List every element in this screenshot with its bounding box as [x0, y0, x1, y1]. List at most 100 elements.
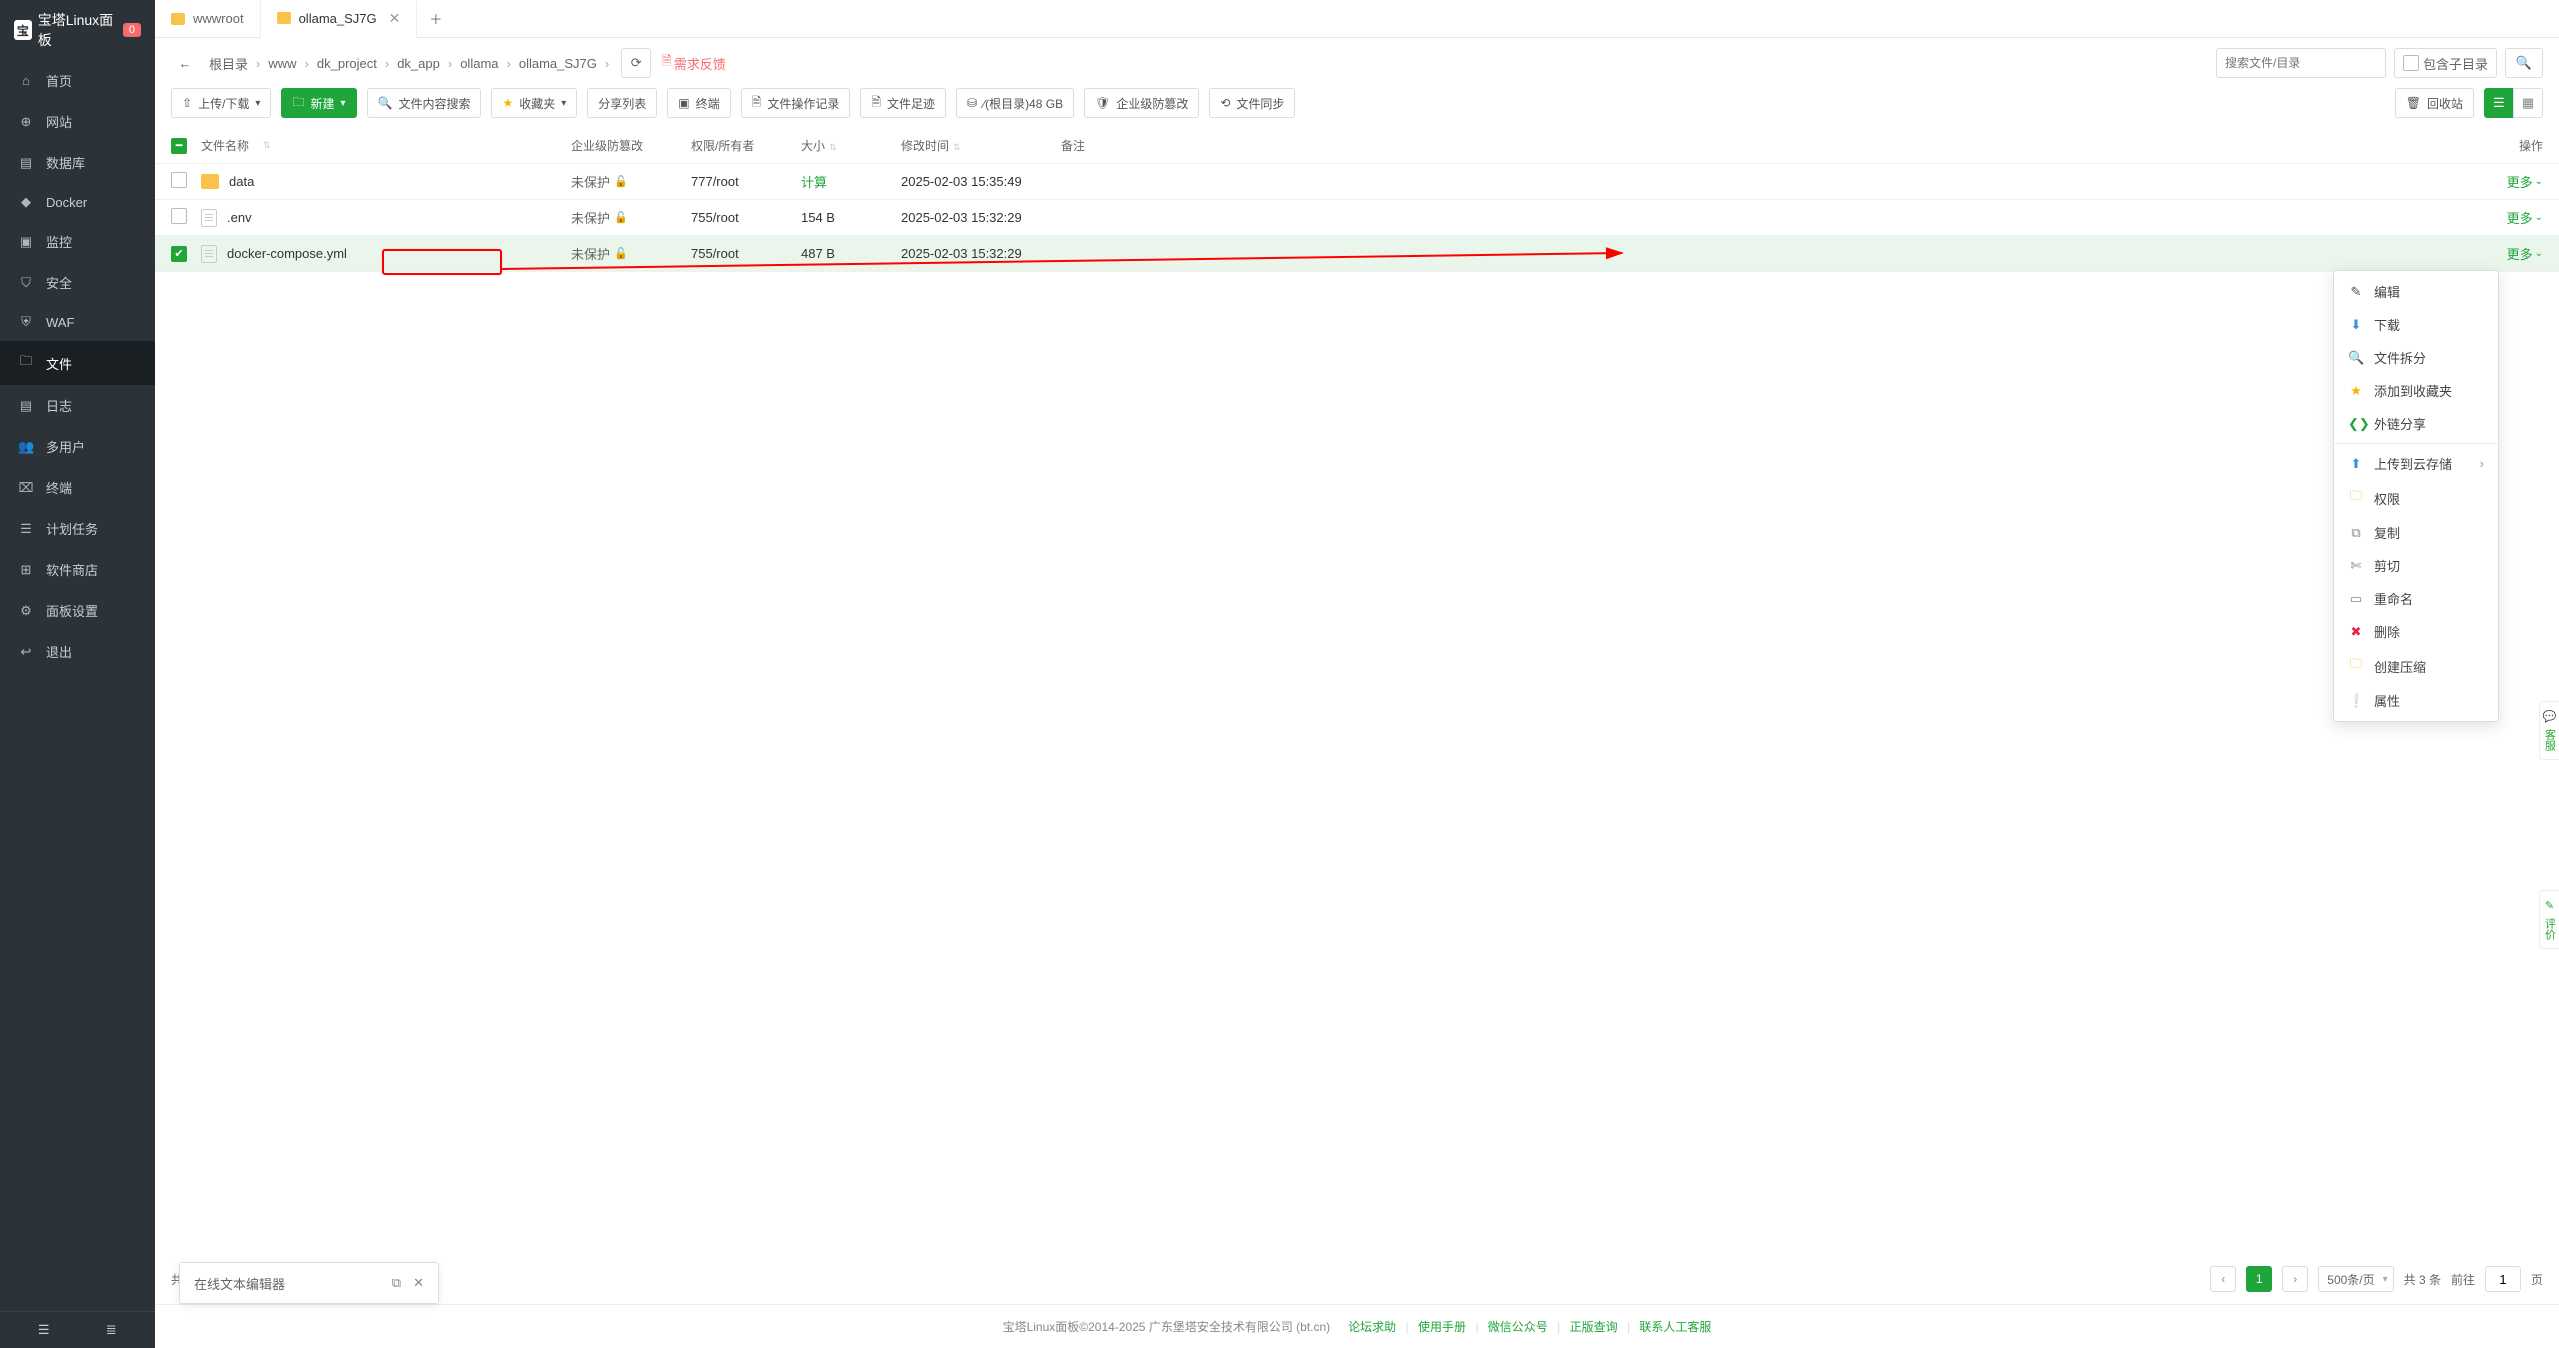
sidebar-item-8[interactable]: ▤日志	[0, 385, 155, 426]
back-button[interactable]: ←	[171, 49, 199, 77]
menu-item-label: 添加到收藏夹	[2374, 381, 2452, 400]
ctx-menu-item[interactable]: ❕属性	[2334, 684, 2498, 717]
table-row[interactable]: .env 未保护🔓 755/root 154 B 2025-02-03 15:3…	[155, 200, 2559, 236]
editor-close-icon[interactable]: ✕	[413, 1275, 424, 1291]
sidebar-item-12[interactable]: ⊞软件商店	[0, 549, 155, 590]
nav-icon: ◆	[18, 194, 34, 210]
ctx-menu-item[interactable]: ✎编辑	[2334, 275, 2498, 308]
side-tab-service[interactable]: 💬客服	[2539, 701, 2559, 760]
sidebar-item-13[interactable]: ⚙面板设置	[0, 590, 155, 631]
sidebar-item-6[interactable]: ⛨WAF	[0, 303, 155, 341]
per-page-select[interactable]: 500条/页	[2318, 1266, 2393, 1292]
nav-label: 终端	[46, 478, 72, 497]
sidebar-item-7[interactable]: 🗀文件	[0, 341, 155, 385]
col-size-header[interactable]: 大小	[801, 139, 825, 153]
goto-page-input[interactable]	[2485, 1266, 2521, 1292]
file-name[interactable]: data	[229, 174, 254, 189]
ctx-menu-item[interactable]: ▭重命名	[2334, 582, 2498, 615]
editor-maximize-icon[interactable]: ⧉	[392, 1275, 401, 1291]
sidebar-item-14[interactable]: ↩退出	[0, 631, 155, 672]
ctx-menu-item[interactable]: ⧉复制	[2334, 516, 2498, 549]
sidebar-item-11[interactable]: ☰计划任务	[0, 508, 155, 549]
calc-link[interactable]: 计算	[801, 175, 827, 190]
breadcrumb-item[interactable]: ollama	[460, 56, 498, 71]
row-checkbox[interactable]	[171, 172, 187, 188]
refresh-button[interactable]: ⟳	[621, 48, 651, 78]
menu-icon[interactable]: ≣	[78, 1322, 146, 1338]
ctx-menu-item[interactable]: 🗀创建压缩	[2334, 648, 2498, 684]
breadcrumb-item[interactable]: 根目录	[209, 54, 248, 73]
close-icon[interactable]: ✕	[389, 10, 401, 27]
share-list-button[interactable]: 分享列表	[587, 88, 657, 118]
sidebar-item-3[interactable]: ◆Docker	[0, 183, 155, 221]
table-row[interactable]: ✔ docker-compose.yml 未保护🔓 755/root 487 B…	[155, 236, 2559, 272]
sidebar-item-0[interactable]: ⌂首页	[0, 60, 155, 101]
sidebar-item-5[interactable]: ⛉安全	[0, 262, 155, 303]
breadcrumb-item[interactable]: ollama_SJ7G	[519, 56, 597, 71]
editor-popup-title: 在线文本编辑器	[194, 1274, 285, 1293]
more-action-link[interactable]: 更多 ⌄	[2463, 208, 2543, 227]
breadcrumb-item[interactable]: www	[268, 56, 296, 71]
file-sync-button[interactable]: ⟲文件同步	[1209, 88, 1295, 118]
col-name-header[interactable]: 文件名称	[201, 137, 249, 154]
disk-button[interactable]: ⛁∕(根目录)48 GB	[956, 88, 1074, 118]
ctx-menu-item[interactable]: ⬇下载	[2334, 308, 2498, 341]
tab-1[interactable]: ollama_SJ7G✕	[261, 1, 418, 38]
footer-link[interactable]: 联系人工客服	[1639, 1320, 1711, 1334]
breadcrumb-item[interactable]: dk_project	[317, 56, 377, 71]
select-all-checkbox[interactable]: ━	[171, 138, 187, 154]
footer-link[interactable]: 使用手册	[1418, 1320, 1466, 1334]
ctx-menu-item[interactable]: 🗀权限	[2334, 480, 2498, 516]
more-action-link[interactable]: 更多 ⌄	[2463, 244, 2543, 263]
sidebar-item-4[interactable]: ▣监控	[0, 221, 155, 262]
ctx-menu-item[interactable]: ★添加到收藏夹	[2334, 374, 2498, 407]
recycle-button[interactable]: 🗑回收站	[2395, 88, 2474, 118]
include-subdir-checkbox[interactable]: 包含子目录	[2394, 48, 2497, 78]
sidebar-item-10[interactable]: ⌧终端	[0, 467, 155, 508]
search-input[interactable]	[2225, 56, 2380, 70]
perm-cell[interactable]: 755/root	[691, 246, 801, 261]
col-mtime-header[interactable]: 修改时间	[901, 139, 949, 153]
footer-link[interactable]: 微信公众号	[1488, 1320, 1548, 1334]
feedback-link[interactable]: 🗎 需求反馈	[661, 52, 725, 74]
new-button[interactable]: 🗀新建▾	[281, 88, 356, 118]
breadcrumb-item[interactable]: dk_app	[397, 56, 440, 71]
search-button[interactable]: 🔍	[2505, 48, 2543, 78]
footprint-button[interactable]: 🗎文件足迹	[860, 88, 946, 118]
row-checkbox[interactable]: ✔	[171, 246, 187, 262]
prev-page-button[interactable]: ‹	[2210, 1266, 2236, 1292]
row-checkbox[interactable]	[171, 208, 187, 224]
ctx-menu-item[interactable]: ✄剪切	[2334, 549, 2498, 582]
grid-view-button[interactable]: ▦	[2513, 88, 2543, 118]
footer-link[interactable]: 论坛求助	[1348, 1320, 1396, 1334]
file-name[interactable]: docker-compose.yml	[227, 246, 347, 261]
ctx-menu-item[interactable]: ⬆上传到云存储›	[2334, 447, 2498, 480]
ent-protect-button[interactable]: 🛡企业级防篡改	[1084, 88, 1199, 118]
ctx-menu-item[interactable]: 🔍文件拆分	[2334, 341, 2498, 374]
sidebar-item-1[interactable]: ⊕网站	[0, 101, 155, 142]
copyright-text: 宝塔Linux面板©2014-2025 广东堡塔安全技术有限公司 (bt.cn)	[1003, 1318, 1331, 1335]
tab-0[interactable]: wwwroot	[155, 0, 261, 37]
upload-button[interactable]: ⇧上传/下载▾	[171, 88, 271, 118]
side-tab-rate[interactable]: ✎评价	[2539, 890, 2559, 949]
add-tab-button[interactable]: ＋	[417, 0, 454, 37]
content-search-button[interactable]: 🔍文件内容搜索	[367, 88, 482, 118]
file-name[interactable]: .env	[227, 210, 252, 225]
table-row[interactable]: data 未保护🔓 777/root 计算 2025-02-03 15:35:4…	[155, 164, 2559, 200]
next-page-button[interactable]: ›	[2282, 1266, 2308, 1292]
sidebar-item-9[interactable]: 👥多用户	[0, 426, 155, 467]
ctx-menu-item[interactable]: ✖删除	[2334, 615, 2498, 648]
perm-cell[interactable]: 777/root	[691, 174, 801, 189]
more-action-link[interactable]: 更多 ⌄	[2463, 172, 2543, 191]
footer-link[interactable]: 正版查询	[1570, 1320, 1618, 1334]
collapse-icon[interactable]: ☰	[10, 1322, 78, 1338]
ctx-menu-item[interactable]: ❮❯外链分享	[2334, 407, 2498, 440]
sidebar-item-2[interactable]: ▤数据库	[0, 142, 155, 183]
terminal-button[interactable]: ▣终端	[667, 88, 730, 118]
favorites-button[interactable]: ★收藏夹▾	[491, 88, 577, 118]
perm-cell[interactable]: 755/root	[691, 210, 801, 225]
op-record-button[interactable]: 🗎文件操作记录	[741, 88, 851, 118]
list-view-button[interactable]: ☰	[2484, 88, 2514, 118]
page-1-button[interactable]: 1	[2246, 1266, 2272, 1292]
notify-badge[interactable]: 0	[123, 23, 141, 37]
